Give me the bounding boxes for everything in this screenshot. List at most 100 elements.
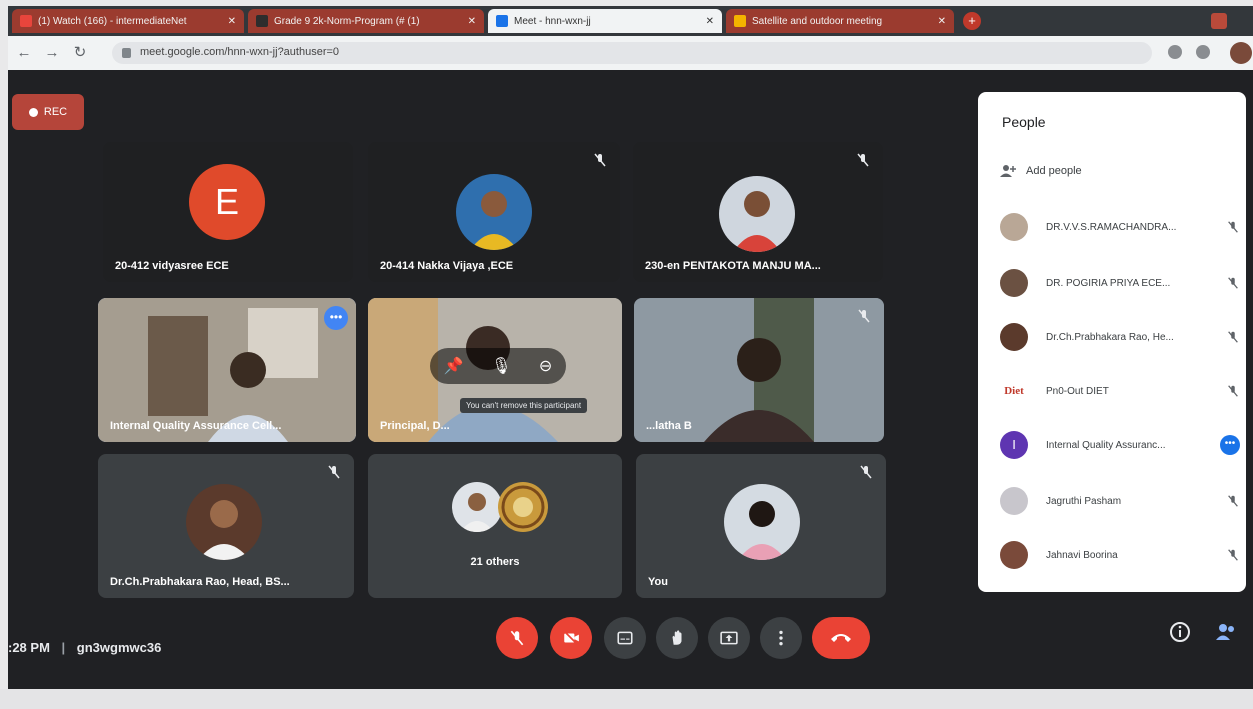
people-list-item[interactable]: Diet Pn0-Out DIET xyxy=(1000,372,1240,410)
remove-participant-icon[interactable]: ⊖ xyxy=(539,356,552,376)
captions-button[interactable] xyxy=(604,617,646,659)
meet-favicon-icon xyxy=(496,15,508,27)
tab-title: Meet - hnn-wxn-jj xyxy=(514,15,591,27)
reload-icon[interactable]: ↻ xyxy=(70,43,90,63)
people-list-item[interactable]: DR.V.V.S.RAMACHANDRA... xyxy=(1000,208,1240,246)
mic-off-icon xyxy=(860,465,872,479)
video-off-icon xyxy=(563,630,579,646)
participant-name: Dr.Ch.Prabhakara Rao, Head, BS... xyxy=(110,576,290,588)
rec-label: REC xyxy=(43,106,68,118)
person-avatar: I xyxy=(1000,431,1028,459)
camera-status-icon[interactable] xyxy=(1168,45,1182,59)
raise-hand-button[interactable] xyxy=(656,617,698,659)
person-avatar xyxy=(1000,213,1028,241)
close-icon[interactable]: ✕ xyxy=(700,16,714,27)
close-icon[interactable]: ✕ xyxy=(932,16,946,27)
participant-avatar xyxy=(719,176,795,252)
participant-hover-controls: 📌 🎙 ⊖ xyxy=(430,348,566,384)
recording-indicator[interactable]: REC xyxy=(12,94,84,130)
participant-tile[interactable]: Dr.Ch.Prabhakara Rao, Head, BS... xyxy=(98,454,354,598)
participant-tile[interactable]: 230-en PENTAKOTA MANJU MA... xyxy=(633,142,883,282)
others-count: 21 others xyxy=(470,556,520,568)
participant-tile[interactable]: 📌 🎙 ⊖ You can't remove this participant … xyxy=(368,298,622,442)
mic-off-icon xyxy=(1228,385,1238,397)
participant-avatar xyxy=(456,174,532,250)
more-options-button[interactable]: ••• xyxy=(1220,435,1240,455)
more-options-button[interactable]: ••• xyxy=(324,306,348,330)
participant-name: You xyxy=(648,576,668,588)
participant-tile[interactable]: 21 others xyxy=(368,454,622,598)
bookmark-star-icon[interactable] xyxy=(1196,45,1210,59)
more-icon xyxy=(779,630,783,646)
url-field[interactable]: meet.google.com/hnn-wxn-jj?authuser=0 xyxy=(112,42,1152,64)
mic-off-icon xyxy=(1228,277,1238,289)
people-list-item[interactable]: Dr.Ch.Prabhakara Rao, He... xyxy=(1000,318,1240,356)
people-list-item[interactable]: Jahnavi Boorina xyxy=(1000,536,1240,574)
mic-off-icon xyxy=(1228,221,1238,233)
camera-toggle-button[interactable] xyxy=(550,617,592,659)
participant-tile[interactable]: ...latha B xyxy=(634,298,884,442)
leave-call-button[interactable] xyxy=(812,617,870,659)
tab-meet[interactable]: Meet - hnn-wxn-jj ✕ xyxy=(488,9,722,33)
person-name: Internal Quality Assuranc... xyxy=(1046,439,1166,451)
person-name: Dr.Ch.Prabhakara Rao, He... xyxy=(1046,331,1174,343)
meet-stage: REC E 20-412 vidyasree ECE 20-414 Nakka … xyxy=(8,70,1253,689)
participant-name: ...latha B xyxy=(646,420,692,432)
mic-toggle-button[interactable] xyxy=(496,617,538,659)
mute-participant-icon[interactable]: 🎙 xyxy=(491,356,511,376)
tab-strip: (1) Watch (166) - intermediateNet ✕ Grad… xyxy=(8,6,1253,36)
participant-name: 230-en PENTAKOTA MANJU MA... xyxy=(645,260,821,272)
end-call-icon xyxy=(831,634,851,642)
participant-tile[interactable]: E 20-412 vidyasree ECE xyxy=(103,142,353,282)
participant-tile[interactable]: 20-414 Nakka Vijaya ,ECE xyxy=(368,142,620,282)
add-people-button[interactable]: Add people xyxy=(1000,164,1082,178)
pin-icon[interactable]: 📌 xyxy=(444,356,464,376)
forward-icon[interactable]: → xyxy=(42,43,62,63)
tab-favicon-icon xyxy=(20,15,32,27)
info-icon[interactable] xyxy=(1168,620,1192,644)
mic-off-icon xyxy=(858,309,870,323)
clock: :28 PM xyxy=(8,640,50,655)
participant-tile[interactable]: ••• Internal Quality Assurance Cell... xyxy=(98,298,356,442)
back-icon[interactable]: ← xyxy=(14,43,34,63)
institution-logo xyxy=(498,482,548,532)
person-name: Jagruthi Pasham xyxy=(1046,495,1122,507)
tab-watch[interactable]: (1) Watch (166) - intermediateNet ✕ xyxy=(12,9,244,33)
add-people-label: Add people xyxy=(1026,165,1082,177)
present-button[interactable] xyxy=(708,617,750,659)
mic-off-icon xyxy=(594,153,606,167)
raise-hand-icon xyxy=(672,630,682,645)
profile-avatar[interactable] xyxy=(1230,42,1252,64)
record-dot-icon xyxy=(28,107,38,117)
people-list-item[interactable]: I Internal Quality Assuranc... ••• xyxy=(1000,426,1240,464)
person-avatar xyxy=(1000,487,1028,515)
diet-logo: Diet xyxy=(1000,377,1028,405)
people-list-item[interactable]: DR. POGIRIA PRIYA ECE... xyxy=(1000,264,1240,302)
participant-name: 20-414 Nakka Vijaya ,ECE xyxy=(380,260,514,272)
participant-name: 20-412 vidyasree ECE xyxy=(115,260,229,272)
participant-tile[interactable]: You xyxy=(636,454,886,598)
window-control-button[interactable] xyxy=(1211,13,1227,29)
person-name: DR. POGIRIA PRIYA ECE... xyxy=(1046,277,1171,289)
tab-favicon-icon xyxy=(256,15,268,27)
more-options-button[interactable] xyxy=(760,617,802,659)
people-icon[interactable] xyxy=(1214,620,1238,644)
url-text: meet.google.com/hnn-wxn-jj?authuser=0 xyxy=(140,46,340,58)
address-bar-icons xyxy=(1168,45,1210,59)
tab-title: Grade 9 2k-Norm-Program (# (1) xyxy=(274,15,420,27)
tab-satellite[interactable]: Satellite and outdoor meeting ✕ xyxy=(726,9,954,33)
participant-name: Internal Quality Assurance Cell... xyxy=(110,420,282,432)
new-tab-button[interactable]: + xyxy=(963,12,981,30)
participant-avatar xyxy=(452,482,502,532)
close-icon[interactable]: ✕ xyxy=(462,16,476,27)
tab-grade[interactable]: Grade 9 2k-Norm-Program (# (1) ✕ xyxy=(248,9,484,33)
people-list-item[interactable]: Jagruthi Pasham xyxy=(1000,482,1240,520)
close-icon[interactable]: ✕ xyxy=(222,16,236,27)
lock-icon xyxy=(122,48,131,58)
captions-icon xyxy=(617,631,633,645)
mic-off-icon xyxy=(857,153,869,167)
tooltip: You can't remove this participant xyxy=(460,398,588,413)
mic-off-icon xyxy=(328,465,340,479)
person-name: Jahnavi Boorina xyxy=(1046,549,1118,561)
present-icon xyxy=(720,631,738,645)
